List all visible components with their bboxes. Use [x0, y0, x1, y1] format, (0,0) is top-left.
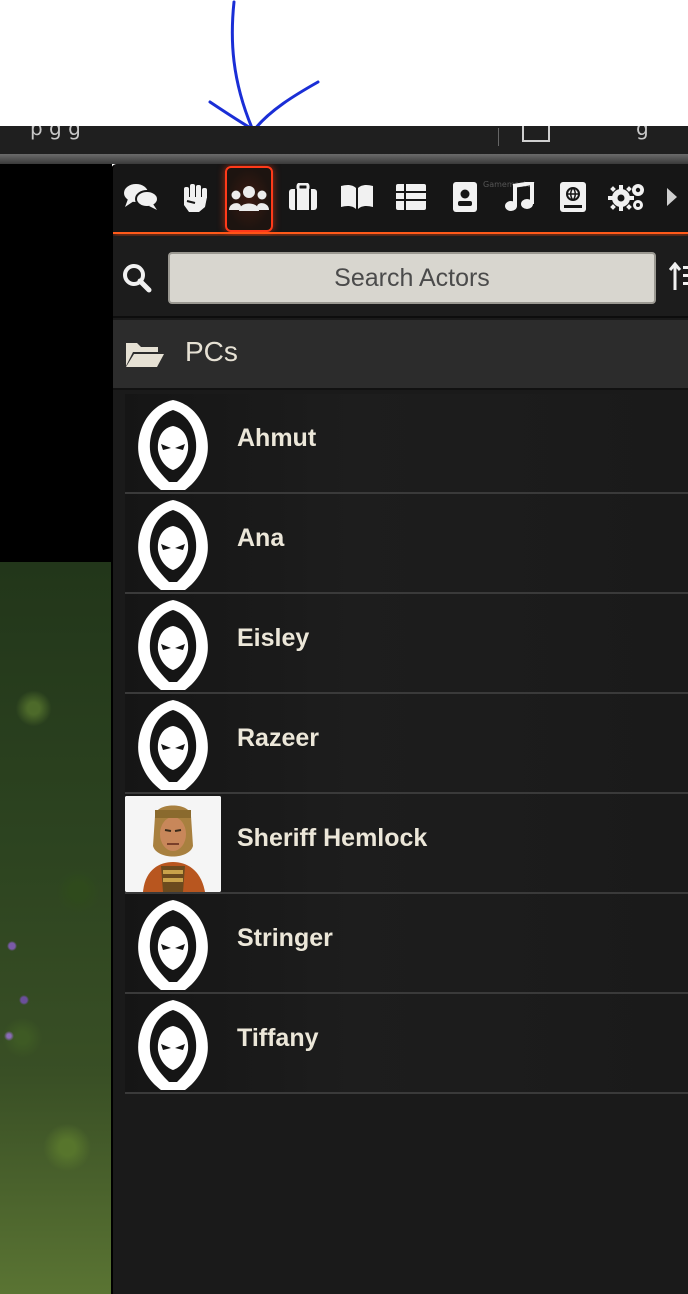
tab-journal[interactable] [333, 172, 381, 222]
chevron-right-icon [667, 188, 677, 206]
actor-name: Eisley [237, 624, 310, 652]
search-input[interactable] [168, 252, 656, 304]
scene-map[interactable] [0, 562, 112, 1294]
list-item[interactable]: Tiffany [125, 994, 688, 1094]
actor-list: Ahmut Ana Eisley Razeer Sheriff Hemlock … [125, 394, 688, 1094]
id-card-icon [453, 182, 477, 212]
tab-tables[interactable] [387, 172, 435, 222]
tab-chat[interactable] [117, 172, 165, 222]
actor-portrait [125, 796, 221, 892]
chat-icon [124, 184, 159, 210]
list-item[interactable]: Ahmut [125, 394, 688, 494]
list-item[interactable]: Stringer [125, 894, 688, 994]
annotation-area [0, 0, 688, 132]
hooded-figure-icon [138, 700, 208, 790]
tab-text-fragment-right: g [636, 126, 649, 140]
tab-combat[interactable] [171, 172, 219, 222]
tab-text-fragment: p g g [30, 126, 81, 140]
hooded-figure-icon [138, 400, 208, 490]
folder-header[interactable]: PCs [113, 320, 688, 390]
table-icon [396, 184, 426, 210]
list-item[interactable]: Eisley [125, 594, 688, 694]
actor-name: Sheriff Hemlock [237, 824, 428, 852]
hooded-figure-icon [138, 1000, 208, 1090]
tab-actors[interactable] [225, 166, 273, 232]
sidebar-tabs: Gamemaster [113, 164, 688, 234]
map-flowers [0, 892, 60, 1072]
sidebar: Gamemaster Search Actors PCs Ahmut Ana E… [111, 164, 688, 1294]
browser-tab-strip: p g g g [0, 126, 688, 154]
tab-cards[interactable] [441, 172, 489, 222]
list-item[interactable]: Razeer [125, 694, 688, 794]
actor-name: Stringer [237, 924, 333, 952]
tab-items[interactable] [279, 172, 327, 222]
browser-divider [0, 154, 688, 164]
canvas-void[interactable] [0, 164, 112, 562]
tab-favicon-icon [522, 126, 550, 142]
search-icon [123, 264, 152, 293]
list-item[interactable]: Ana [125, 494, 688, 594]
tab-collapse[interactable] [657, 172, 687, 222]
hooded-figure-icon [138, 600, 208, 690]
tab-settings[interactable] [603, 172, 651, 222]
actor-name: Ana [237, 524, 285, 552]
folder-name: PCs [185, 336, 238, 367]
tab-separator [498, 128, 499, 146]
list-item[interactable]: Sheriff Hemlock [125, 794, 688, 894]
gears-icon [608, 184, 644, 211]
actor-name: Razeer [237, 724, 319, 752]
users-icon [229, 186, 269, 211]
compendium-icon [560, 182, 586, 212]
book-icon [341, 184, 373, 209]
tab-playlists[interactable] [495, 172, 543, 222]
hooded-figure-icon [138, 900, 208, 990]
sort-icon[interactable] [669, 262, 688, 292]
actor-name: Tiffany [237, 1024, 319, 1052]
suitcase-icon [289, 183, 317, 210]
search-row [113, 236, 688, 318]
fist-icon [184, 184, 207, 212]
actor-name: Ahmut [237, 424, 317, 452]
music-icon [505, 182, 534, 211]
annotation-arrow [208, 0, 320, 132]
tab-compendium[interactable] [549, 172, 597, 222]
folder-open-icon [126, 343, 164, 367]
hooded-figure-icon [138, 500, 208, 590]
